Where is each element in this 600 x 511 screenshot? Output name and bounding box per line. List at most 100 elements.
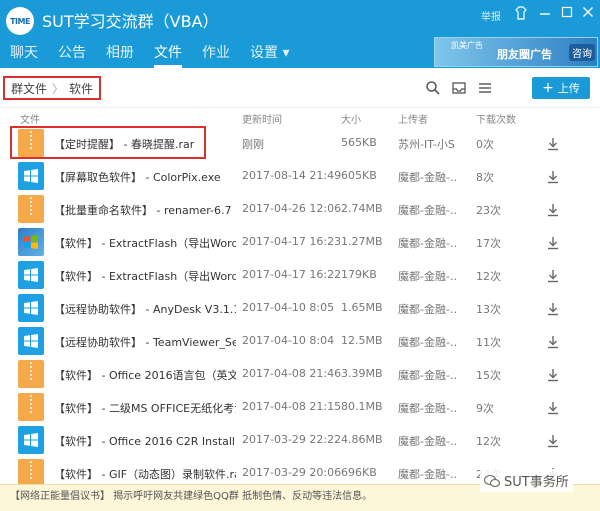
column-header: 文件 更新时间 大小 上传者 下载次数 — [0, 108, 600, 126]
file-name[interactable]: 【软件】 - ExtractFlash（导出Word、... — [54, 235, 236, 251]
download-icon[interactable] — [546, 434, 560, 448]
file-size: 12.5MB — [341, 334, 383, 347]
tab-chat[interactable]: 聊天 — [0, 42, 48, 68]
file-row[interactable]: 【定时提醒】 - 春晓提醒.rar 刚刚 565KB 苏州-IT-小S 0次 — [0, 127, 600, 160]
file-list: 【定时提醒】 - 春晓提醒.rar 刚刚 565KB 苏州-IT-小S 0次 【屏幕取色软… — [0, 127, 600, 490]
col-updated[interactable]: 更新时间 — [242, 111, 282, 126]
minimize-icon[interactable] — [536, 6, 554, 22]
file-uploader: 苏州-IT-小S — [398, 138, 455, 151]
file-row[interactable]: 【软件】 - ExtractFlash（导出Word、... 2017-04-17… — [0, 259, 600, 292]
file-name[interactable]: 【定时提醒】 - 春晓提醒.rar — [54, 136, 236, 152]
file-row[interactable]: 【远程协助软件】 - TeamViewer_Setu... 2017-04-10 … — [0, 325, 600, 358]
tab-album[interactable]: 相册 — [96, 42, 144, 68]
group-title: SUT学习交流群（VBA） — [42, 12, 219, 31]
col-uploader[interactable]: 上传者 — [398, 111, 428, 126]
file-name[interactable]: 【软件】 - Office 2016语言包（英文） — [54, 367, 236, 383]
ad-tag: 凯美广告 — [451, 41, 483, 50]
file-name[interactable]: 【软件】 - GIF（动态图）录制软件.rar — [54, 466, 236, 482]
download-icon[interactable] — [546, 401, 560, 415]
group-logo: TIME — [6, 7, 34, 35]
notice-text[interactable]: 【网络正能量倡议书】 揭示呼吁网友共建绿色QQ群 抵制色情、反动等违法信息。 — [10, 491, 372, 502]
search-icon[interactable] — [425, 80, 441, 96]
breadcrumb-separator: 〉 — [52, 81, 65, 96]
file-name[interactable]: 【软件】 - Office 2016 C2R Install v5... — [54, 433, 236, 449]
menu-icon[interactable] — [477, 80, 493, 96]
archive-file-icon — [18, 360, 44, 388]
file-row[interactable]: 【软件】 - Office 2016语言包（英文） 2017-04-08 21:4… — [0, 358, 600, 391]
file-row[interactable]: 【批量重命名软件】 - renamer-6.7 pr... 2017-04-26 … — [0, 193, 600, 226]
download-icon[interactable] — [546, 302, 560, 316]
file-time: 2017-04-10 8:04 — [242, 334, 335, 347]
file-time: 刚刚 — [242, 138, 264, 151]
archive-file-icon — [18, 129, 44, 157]
file-downloads: 17次 — [476, 237, 501, 250]
file-uploader: 魔都-金融-… — [398, 171, 456, 184]
file-time: 2017-04-17 16:22 — [242, 268, 342, 281]
watermark: SUT事务所 — [480, 469, 573, 492]
col-downloads[interactable]: 下载次数 — [476, 111, 516, 126]
col-file[interactable]: 文件 — [20, 111, 40, 126]
ad-banner[interactable]: 凯美广告 朋友圈广告 咨询 — [434, 37, 598, 67]
download-icon[interactable] — [546, 203, 560, 217]
file-downloads: 0次 — [476, 138, 494, 151]
file-row[interactable]: 【软件】 - ExtractFlash（导出Word、... 2017-04-17… — [0, 226, 600, 259]
maximize-icon[interactable] — [558, 6, 576, 22]
report-link[interactable]: 举报 — [481, 8, 501, 23]
download-icon[interactable] — [546, 170, 560, 184]
file-row[interactable]: 【屏幕取色软件】 - ColorPix.exe 2017-08-14 21:49 6… — [0, 160, 600, 193]
file-name[interactable]: 【软件】 - 二级MS OFFICE无纸化考试... — [54, 400, 236, 416]
download-icon[interactable] — [546, 236, 560, 250]
file-name[interactable]: 【远程协助软件】 - AnyDesk V3.1.1.0... — [54, 301, 236, 317]
file-size: 605KB — [341, 169, 377, 182]
file-size: 696KB — [341, 466, 377, 479]
download-icon[interactable] — [546, 335, 560, 349]
file-name[interactable]: 【批量重命名软件】 - renamer-6.7 pr... — [54, 202, 236, 218]
file-uploader: 魔都-金融-… — [398, 402, 456, 415]
tab-files[interactable]: 文件 — [144, 42, 192, 68]
file-time: 2017-04-10 8:05 — [242, 301, 335, 314]
download-icon[interactable] — [546, 137, 560, 151]
file-name[interactable]: 【软件】 - ExtractFlash（导出Word、... — [54, 268, 236, 284]
file-uploader: 魔都-金融-… — [398, 468, 456, 481]
watermark-text: SUT事务所 — [504, 475, 569, 490]
file-uploader: 魔都-金融-… — [398, 237, 456, 250]
file-size: 80.1MB — [341, 400, 383, 413]
col-size[interactable]: 大小 — [341, 111, 361, 126]
file-row[interactable]: 【远程协助软件】 - AnyDesk V3.1.1.0... 2017-04-10… — [0, 292, 600, 325]
exe-file-icon — [18, 228, 44, 256]
file-size: 4.86MB — [341, 433, 383, 446]
file-downloads: 15次 — [476, 369, 501, 382]
archive-file-icon — [18, 459, 44, 487]
file-downloads: 23次 — [476, 204, 501, 217]
file-row[interactable]: 【软件】 - 二级MS OFFICE无纸化考试... 2017-04-08 21:… — [0, 391, 600, 424]
file-name[interactable]: 【远程协助软件】 - TeamViewer_Setu... — [54, 334, 236, 350]
exe-file-icon — [18, 162, 44, 190]
close-icon[interactable] — [579, 6, 597, 22]
tab-settings[interactable]: 设置 ▾ — [240, 42, 299, 68]
tab-announcement[interactable]: 公告 — [48, 42, 96, 68]
skin-icon[interactable] — [512, 6, 530, 22]
file-uploader: 魔都-金融-… — [398, 270, 456, 283]
file-uploader: 魔都-金融-… — [398, 303, 456, 316]
exe-file-icon — [18, 327, 44, 355]
ad-consult-button[interactable]: 咨询 — [569, 44, 595, 61]
tab-homework[interactable]: 作业 — [192, 42, 240, 68]
file-time: 2017-04-08 21:46 — [242, 367, 342, 380]
download-icon[interactable] — [546, 368, 560, 382]
upload-button[interactable]: + 上传 — [532, 77, 590, 99]
archive-file-icon — [18, 195, 44, 223]
file-time: 2017-08-14 21:49 — [242, 169, 342, 182]
file-row[interactable]: 【软件】 - Office 2016 C2R Install v5... 2017… — [0, 424, 600, 457]
file-toolbar: 群文件 〉 软件 + 上传 — [0, 68, 600, 108]
file-time: 2017-04-08 21:15 — [242, 400, 342, 413]
file-uploader: 魔都-金融-… — [398, 369, 456, 382]
download-icon[interactable] — [546, 269, 560, 283]
inbox-icon[interactable] — [451, 80, 467, 96]
group-tabs: 聊天 公告 相册 文件 作业 设置 ▾ — [0, 42, 299, 68]
file-downloads: 11次 — [476, 336, 501, 349]
file-downloads: 9次 — [476, 402, 494, 415]
file-name[interactable]: 【屏幕取色软件】 - ColorPix.exe — [54, 169, 236, 185]
file-downloads: 12次 — [476, 435, 501, 448]
file-size: 1.65MB — [341, 301, 383, 314]
breadcrumb-root[interactable]: 群文件 — [11, 80, 47, 97]
